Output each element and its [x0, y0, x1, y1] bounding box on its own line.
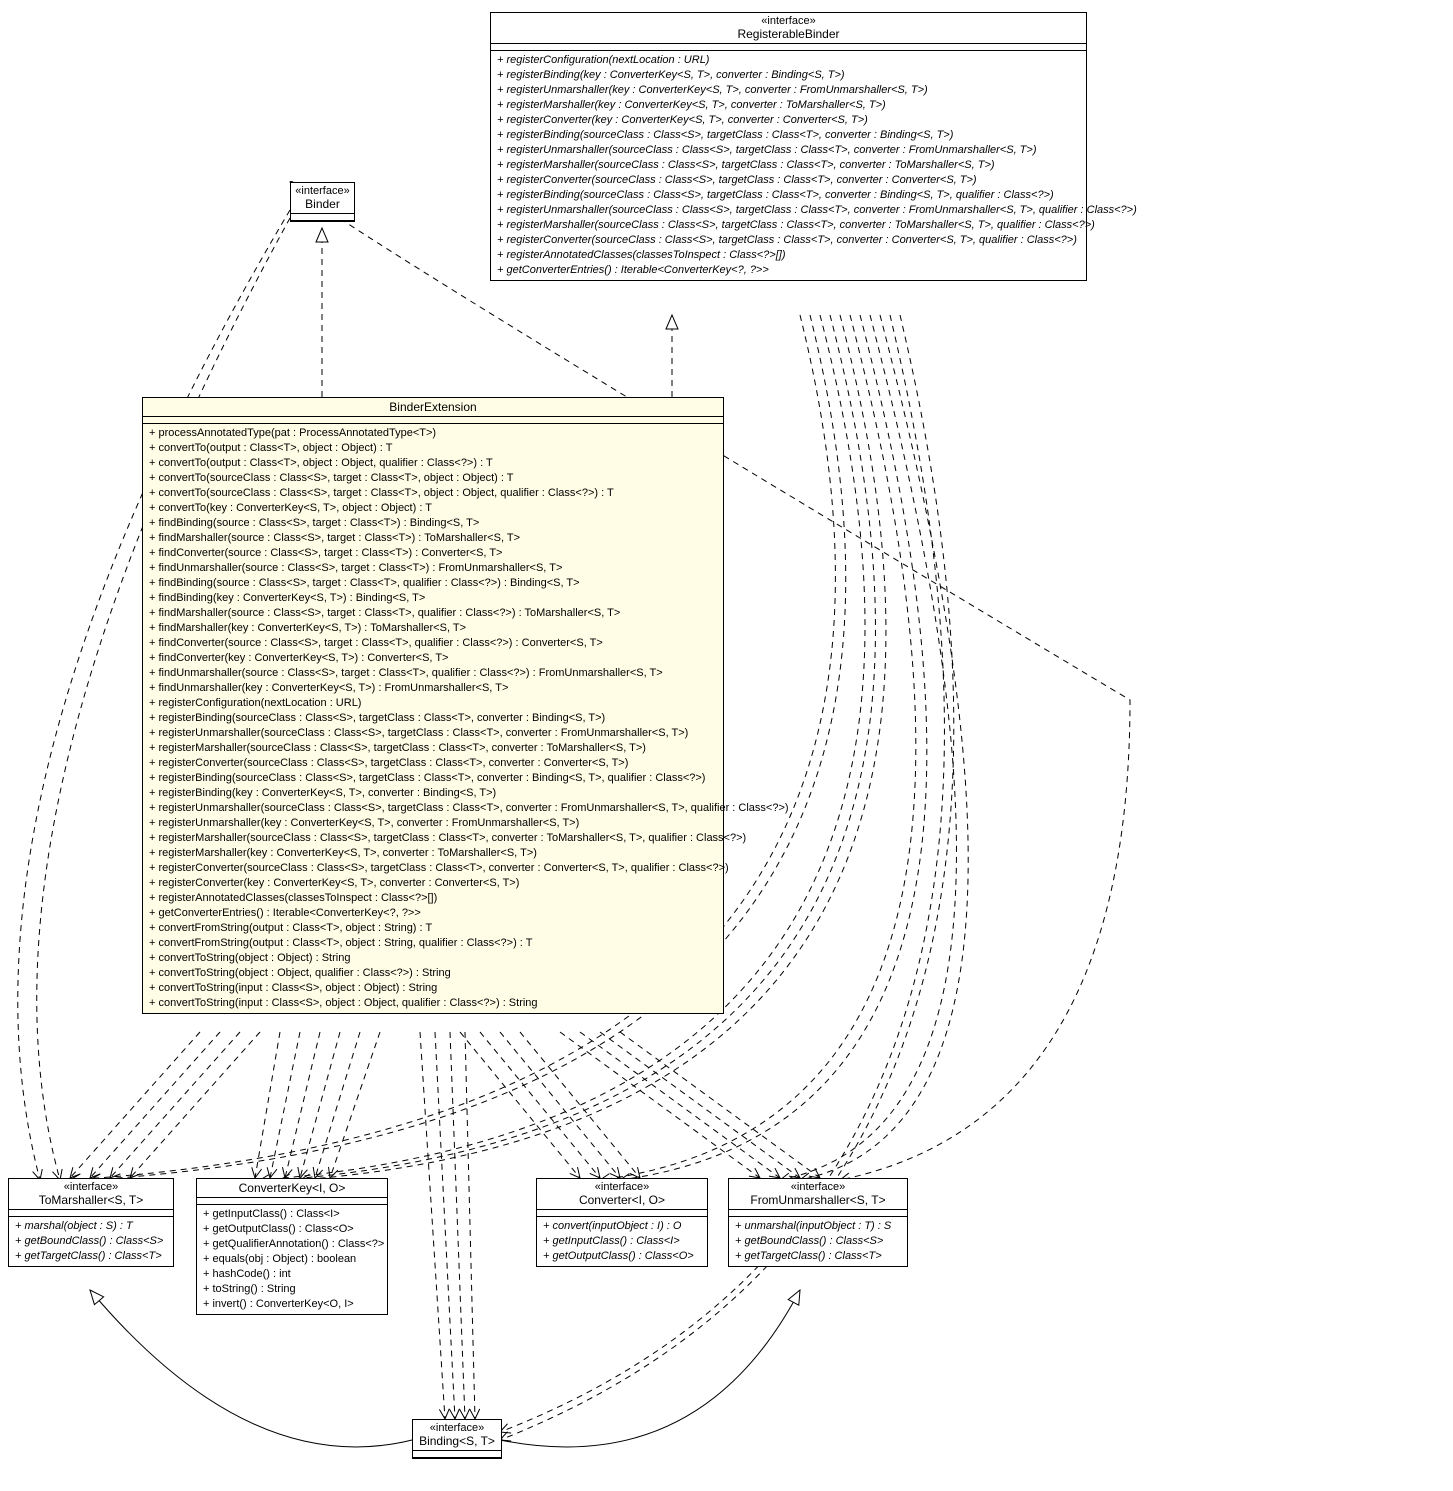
- operation: + convertTo(sourceClass : Class<S>, targ…: [149, 471, 717, 486]
- operations: + registerConfiguration(nextLocation : U…: [491, 51, 1086, 280]
- operation: + registerBinding(sourceClass : Class<S>…: [149, 771, 717, 786]
- class-name: FromUnmarshaller<S, T>: [733, 1193, 903, 1207]
- class-converter[interactable]: «interface» Converter<I, O> + convert(in…: [536, 1178, 708, 1267]
- class-binding[interactable]: «interface» Binding<S, T>: [412, 1419, 502, 1459]
- operation: + registerMarshaller(sourceClass : Class…: [497, 158, 1080, 173]
- operations: + marshal(object : S) : T+ getBoundClass…: [9, 1217, 173, 1266]
- class-name: BinderExtension: [147, 400, 719, 414]
- stereotype: «interface»: [13, 1181, 169, 1193]
- operation: + findConverter(source : Class<S>, targe…: [149, 546, 717, 561]
- operation: + registerConverter(sourceClass : Class<…: [149, 756, 717, 771]
- operation: + findMarshaller(key : ConverterKey<S, T…: [149, 621, 717, 636]
- operations: + unmarshal(inputObject : T) : S+ getBou…: [729, 1217, 907, 1266]
- operation: + getConverterEntries() : Iterable<Conve…: [497, 263, 1080, 278]
- operation: + getInputClass() : Class<I>: [543, 1234, 701, 1249]
- operation: + findUnmarshaller(source : Class<S>, ta…: [149, 561, 717, 576]
- operation: + registerUnmarshaller(sourceClass : Cla…: [497, 143, 1080, 158]
- operation: + registerMarshaller(sourceClass : Class…: [497, 218, 1080, 233]
- operation: + registerConverter(sourceClass : Class<…: [497, 233, 1080, 248]
- operation: + registerConfiguration(nextLocation : U…: [497, 53, 1080, 68]
- operation: + convertTo(output : Class<T>, object : …: [149, 441, 717, 456]
- stereotype: «interface»: [295, 185, 350, 197]
- operation: + convertFromString(output : Class<T>, o…: [149, 921, 717, 936]
- class-name: RegisterableBinder: [495, 27, 1082, 41]
- stereotype: «interface»: [733, 1181, 903, 1193]
- operation: + registerUnmarshaller(sourceClass : Cla…: [497, 203, 1080, 218]
- operation: + convertTo(output : Class<T>, object : …: [149, 456, 717, 471]
- operation: + getBoundClass() : Class<S>: [15, 1234, 167, 1249]
- operation: + hashCode() : int: [203, 1267, 381, 1282]
- operation: + findBinding(source : Class<S>, target …: [149, 576, 717, 591]
- operation: + getTargetClass() : Class<T>: [735, 1249, 901, 1264]
- class-binder[interactable]: «interface» Binder: [290, 182, 355, 222]
- operation: + getTargetClass() : Class<T>: [15, 1249, 167, 1264]
- operation: + convertTo(key : ConverterKey<S, T>, ob…: [149, 501, 717, 516]
- class-name: ConverterKey<I, O>: [201, 1181, 383, 1195]
- operation: + convertTo(sourceClass : Class<S>, targ…: [149, 486, 717, 501]
- operation: + getConverterEntries() : Iterable<Conve…: [149, 906, 717, 921]
- operation: + findConverter(key : ConverterKey<S, T>…: [149, 651, 717, 666]
- operation: + registerMarshaller(sourceClass : Class…: [149, 741, 717, 756]
- class-to-marshaller[interactable]: «interface» ToMarshaller<S, T> + marshal…: [8, 1178, 174, 1267]
- operations: + processAnnotatedType(pat : ProcessAnno…: [143, 424, 723, 1013]
- operation: + getQualifierAnnotation() : Class<?>: [203, 1237, 381, 1252]
- operation: + unmarshal(inputObject : T) : S: [735, 1219, 901, 1234]
- operation: + getInputClass() : Class<I>: [203, 1207, 381, 1222]
- operation: + registerConverter(key : ConverterKey<S…: [149, 876, 717, 891]
- operation: + registerAnnotatedClasses(classesToInsp…: [497, 248, 1080, 263]
- operation: + registerBinding(key : ConverterKey<S, …: [149, 786, 717, 801]
- operation: + registerMarshaller(key : ConverterKey<…: [497, 98, 1080, 113]
- operation: + toString() : String: [203, 1282, 381, 1297]
- operation: + convertToString(input : Class<S>, obje…: [149, 996, 717, 1011]
- operation: + registerBinding(sourceClass : Class<S>…: [149, 711, 717, 726]
- operation: + registerMarshaller(key : ConverterKey<…: [149, 846, 717, 861]
- operation: + marshal(object : S) : T: [15, 1219, 167, 1234]
- stereotype: «interface»: [541, 1181, 703, 1193]
- operation: + convertToString(object : Object, quali…: [149, 966, 717, 981]
- operations: + convert(inputObject : I) : O+ getInput…: [537, 1217, 707, 1266]
- operation: + registerConfiguration(nextLocation : U…: [149, 696, 717, 711]
- operation: + findUnmarshaller(source : Class<S>, ta…: [149, 666, 717, 681]
- operation: + findBinding(key : ConverterKey<S, T>) …: [149, 591, 717, 606]
- operation: + convertToString(input : Class<S>, obje…: [149, 981, 717, 996]
- operation: + equals(obj : Object) : boolean: [203, 1252, 381, 1267]
- operation: + processAnnotatedType(pat : ProcessAnno…: [149, 426, 717, 441]
- class-converter-key[interactable]: ConverterKey<I, O> + getInputClass() : C…: [196, 1178, 388, 1315]
- operation: + registerBinding(sourceClass : Class<S>…: [497, 188, 1080, 203]
- operation: + findBinding(source : Class<S>, target …: [149, 516, 717, 531]
- class-from-unmarshaller[interactable]: «interface» FromUnmarshaller<S, T> + unm…: [728, 1178, 908, 1267]
- operation: + convertToString(object : Object) : Str…: [149, 951, 717, 966]
- stereotype: «interface»: [495, 15, 1082, 27]
- class-name: ToMarshaller<S, T>: [13, 1193, 169, 1207]
- operation: + invert() : ConverterKey<O, I>: [203, 1297, 381, 1312]
- operation: + registerConverter(key : ConverterKey<S…: [497, 113, 1080, 128]
- operation: + registerBinding(key : ConverterKey<S, …: [497, 68, 1080, 83]
- operation: + registerUnmarshaller(sourceClass : Cla…: [149, 726, 717, 741]
- operation: + registerUnmarshaller(key : ConverterKe…: [149, 816, 717, 831]
- operation: + convert(inputObject : I) : O: [543, 1219, 701, 1234]
- class-binder-extension[interactable]: BinderExtension + processAnnotatedType(p…: [142, 397, 724, 1014]
- operation: + findMarshaller(source : Class<S>, targ…: [149, 606, 717, 621]
- operation: + findUnmarshaller(key : ConverterKey<S,…: [149, 681, 717, 696]
- operation: + getOutputClass() : Class<O>: [543, 1249, 701, 1264]
- operation: + registerConverter(sourceClass : Class<…: [149, 861, 717, 876]
- operation: + findConverter(source : Class<S>, targe…: [149, 636, 717, 651]
- class-name: Binder: [295, 197, 350, 211]
- operation: + getOutputClass() : Class<O>: [203, 1222, 381, 1237]
- operation: + getBoundClass() : Class<S>: [735, 1234, 901, 1249]
- operation: + registerUnmarshaller(sourceClass : Cla…: [149, 801, 717, 816]
- class-registerable-binder[interactable]: «interface» RegisterableBinder + registe…: [490, 12, 1087, 281]
- uml-canvas: «interface» Binder «interface» Registera…: [0, 0, 1453, 1491]
- operation: + registerMarshaller(sourceClass : Class…: [149, 831, 717, 846]
- operation: + findMarshaller(source : Class<S>, targ…: [149, 531, 717, 546]
- operation: + convertFromString(output : Class<T>, o…: [149, 936, 717, 951]
- operation: + registerAnnotatedClasses(classesToInsp…: [149, 891, 717, 906]
- operation: + registerConverter(sourceClass : Class<…: [497, 173, 1080, 188]
- operation: + registerBinding(sourceClass : Class<S>…: [497, 128, 1080, 143]
- operation: + registerUnmarshaller(key : ConverterKe…: [497, 83, 1080, 98]
- stereotype: «interface»: [417, 1422, 497, 1434]
- operations: + getInputClass() : Class<I>+ getOutputC…: [197, 1205, 387, 1314]
- class-name: Converter<I, O>: [541, 1193, 703, 1207]
- class-name: Binding<S, T>: [417, 1434, 497, 1448]
